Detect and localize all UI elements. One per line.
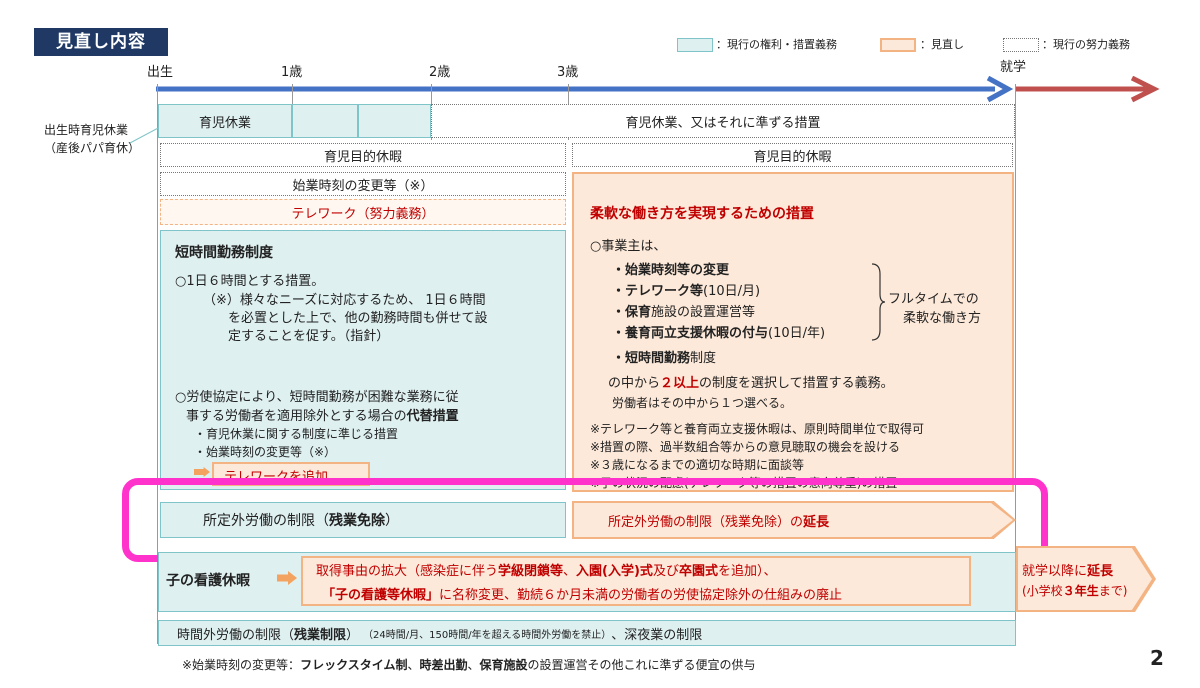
brace-icon	[871, 263, 886, 341]
start-time-change-box: 始業時刻の変更等（※）	[160, 172, 566, 196]
childcare-leave-ext-1	[292, 104, 358, 138]
nursing-extension-sublabel: (小学校３年生まで)	[1022, 584, 1128, 598]
purpose-leave-left: 育児目的休暇	[160, 143, 566, 167]
childcare-leave-ext-2	[358, 104, 431, 138]
short-hours-p3b: 事する労働者を適用除外とする場合の代替措置	[186, 409, 459, 424]
short-hours-p2c: 定することを促す。（指針）	[228, 329, 390, 344]
legend-label-effort: ：現行の努力義務	[1042, 38, 1130, 51]
legend-swatch-revision	[880, 38, 916, 52]
short-hours-title: 短時間勤務制度	[175, 245, 273, 261]
flexible-item-1: ・始業時刻等の変更	[612, 263, 730, 278]
footnote: ※始業時刻の変更等：フレックスタイム制、時差出勤、保育施設の設置運営その他これに…	[182, 658, 756, 672]
birth-leave-label: 出生時育児休業	[44, 123, 129, 137]
telework-effort-box: テレワーク（努力義務）	[160, 199, 566, 225]
legend-label-current: ：現行の権利・措置義務	[716, 38, 837, 51]
highlight-frame	[122, 478, 1048, 562]
nursing-revision-line-2: 「子の看護等休暇」に名称変更、勤続６か月未満の労働者の労使協定除外の仕組みの廃止	[322, 588, 843, 603]
flexible-employer: ○事業主は、	[590, 239, 667, 254]
timeline-school: 就学	[1000, 60, 1027, 75]
timeline-arrow	[156, 76, 1160, 103]
grid-line-age-1	[292, 84, 293, 104]
childcare-leave-box: 育児休業	[158, 104, 292, 138]
flexible-duty: の中から２以上の制度を選択して措置する義務。	[608, 376, 894, 391]
flexible-note-2: ※措置の際、過半数組合等からの意見聴取の機会を設ける	[590, 440, 901, 454]
short-hours-bullet-1: ・育児休業に関する制度に準じる措置	[194, 427, 399, 441]
fulltime-label-a: フルタイムでの	[888, 292, 979, 307]
flexible-work-title: 柔軟な働き方を実現するための措置	[590, 206, 814, 222]
short-hours-p1: ○1日６時間とする措置。	[175, 274, 325, 289]
nursing-extension-arrow	[1018, 548, 1152, 610]
nursing-extension-label: 就学以降に延長	[1022, 564, 1114, 579]
section-title: 見直し内容	[34, 28, 168, 56]
legend-swatch-current	[677, 38, 713, 52]
flexible-note-1: ※テレワーク等と養育両立支援休暇は、原則時間単位で取得可	[590, 422, 925, 436]
flexible-note-3: ※３歳になるまでの適切な時期に面談等	[590, 458, 805, 472]
purpose-leave-right: 育児目的休暇	[572, 143, 1013, 167]
legend-swatch-effort	[1003, 38, 1039, 52]
flexible-item-2: ・テレワーク等(10日/月)	[612, 284, 761, 299]
overtime-limit-row: 時間外労働の制限（ 残業制限）（24時間/月、150時間/年を超える時間外労働を禁…	[158, 620, 1016, 646]
short-hours-p3a: ○労使協定により、短時間勤務が困難な業務に従	[175, 390, 459, 405]
short-hours-p2b: を必置とした上で、他の勤務時間も併せて設	[228, 311, 488, 326]
nursing-revision-line-1: 取得事由の拡大（感染症に伴う学級閉鎖等、入園(入学)式及び卒園式を追加）、	[316, 564, 777, 579]
short-hours-bullet-2: ・始業時刻の変更等（※）	[194, 445, 337, 459]
flexible-item-4: ・養育両立支援休暇の付与(10日/年)	[612, 326, 826, 341]
flexible-item-3: ・保育施設の設置運営等	[612, 305, 756, 320]
flexible-choose: 労働者はその中から１つ選べる。	[612, 396, 793, 410]
legend-label-revision: ：見直し	[920, 38, 964, 51]
childcare-or-equivalent-box: 育児休業、又はそれに準ずる措置	[431, 104, 1015, 138]
short-hours-p2a: （※）様々なニーズに対応するため、 1日６時間	[203, 293, 486, 308]
fulltime-label-b: 柔軟な働き方	[903, 311, 982, 326]
nursing-leave-title: 子の看護休暇	[166, 573, 250, 589]
page-number: 2	[1150, 646, 1164, 670]
flexible-item-5: ・短時間勤務制度	[612, 351, 717, 366]
birth-leave-sublabel: （産後パパ育休）	[44, 141, 141, 155]
